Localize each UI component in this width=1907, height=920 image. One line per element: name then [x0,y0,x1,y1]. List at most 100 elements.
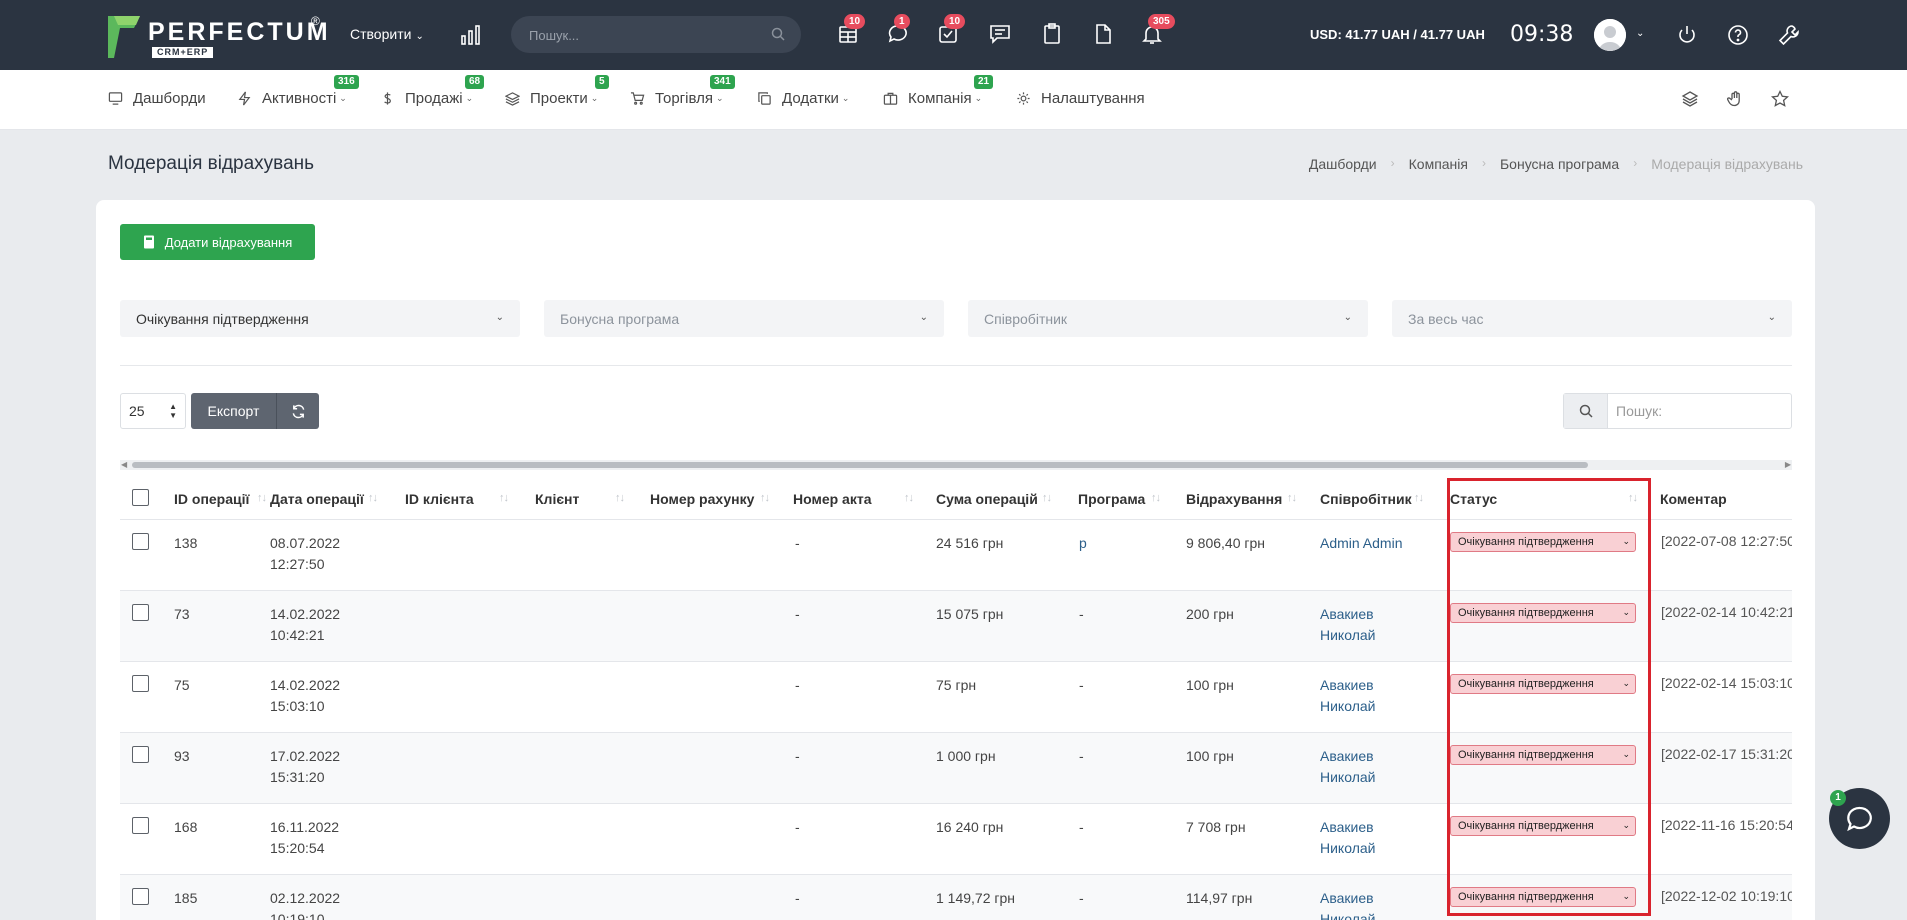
global-search-input[interactable] [529,25,759,45]
column-header[interactable]: Клієнт [535,491,579,507]
column-header[interactable]: Відрахування [1186,491,1282,507]
period-filter[interactable]: За весь час ⌄ [1392,300,1792,337]
page-title: Модерація відрахувань [108,153,315,174]
nav-item-addons[interactable]: Додатки ⌄ [757,90,849,107]
status-select[interactable]: Очікування підтвердження ⌄ [1450,887,1636,907]
bar-chart-icon[interactable] [460,24,482,46]
table-search-input[interactable] [1616,402,1776,420]
comment: [2022-12-02 10:19:10] [1661,888,1792,904]
breadcrumb-item[interactable]: Компанія [1409,156,1468,172]
employee-filter[interactable]: Співробітник ⌄ [968,300,1368,337]
column-header[interactable]: Коментар [1660,491,1727,507]
column-header[interactable]: Номер рахунку [650,491,754,507]
star-icon[interactable] [1770,89,1790,109]
page-size-select[interactable]: 25 ▲ ▼ [120,393,186,429]
status-select[interactable]: Очікування підтвердження ⌄ [1450,816,1636,836]
clipboard-icon[interactable] [1040,22,1066,48]
breadcrumb-item[interactable]: Бонусна програма [1500,156,1619,172]
operation-date-time: 10:19:10 [270,911,325,920]
employee-link[interactable]: Admin Admin [1320,533,1402,554]
status-filter[interactable]: Очікування підтвердження ⌄ [120,300,520,337]
nav-item-activities[interactable]: Активності ⌄ 316 [237,75,359,107]
sort-icon[interactable]: ↑↓ [257,492,267,504]
program-link[interactable]: р [1079,533,1087,554]
comment: [2022-02-17 15:31:20] [1661,746,1792,762]
refresh-button[interactable] [276,393,319,429]
hand-icon[interactable] [1725,89,1745,109]
sort-icon[interactable]: ↑↓ [760,492,770,504]
employee-link[interactable]: Авакиев Николай [1320,746,1375,788]
column-header[interactable]: Співробітник [1320,491,1412,507]
select-all-checkbox[interactable] [132,489,149,506]
sort-icon[interactable]: ↑↓ [615,492,625,504]
row-checkbox[interactable] [132,888,149,905]
employee-link[interactable]: Авакиев Николай [1320,888,1375,920]
nav-item-projects[interactable]: Проекти ⌄ 5 [505,75,609,107]
table-search[interactable] [1563,393,1792,429]
nav-label: Додатки [782,90,839,107]
sort-icon[interactable]: ↑↓ [1042,492,1052,504]
horizontal-scrollbar[interactable]: ◀ ▶ [120,460,1792,470]
dollar-icon [384,92,391,105]
row-checkbox[interactable] [132,817,149,834]
column-header[interactable]: Сума операцій [936,491,1038,507]
nav-item-company[interactable]: Компанія ⌄ 21 [883,75,994,107]
status-select[interactable]: Очікування підтвердження ⌄ [1450,674,1636,694]
operation-date: 08.07.2022 12:27:50 [270,533,340,575]
nav-item-dashboards[interactable]: Дашборди [108,90,206,107]
power-icon[interactable] [1675,23,1699,47]
employee-link[interactable]: Авакиев Николай [1320,817,1375,859]
column-header[interactable]: Програма [1078,491,1145,507]
row-checkbox[interactable] [132,746,149,763]
scrollbar-thumb[interactable] [132,462,1588,468]
avatar[interactable] [1594,19,1626,51]
chevron-down-icon[interactable]: ⌄ [1636,28,1644,39]
document-icon[interactable] [1091,22,1117,48]
nav-label: Активності [262,90,337,107]
message-icon[interactable] [988,22,1014,48]
status-select[interactable]: Очікування підтвердження ⌄ [1450,532,1636,552]
search-icon[interactable] [771,27,785,41]
help-icon[interactable] [1726,23,1750,47]
logo[interactable]: PERFECTUM ® CRM+ERP [108,14,328,60]
scroll-right-icon[interactable]: ▶ [1785,460,1791,469]
operation-date: 14.02.2022 10:42:21 [270,604,340,646]
wrench-icon[interactable] [1777,23,1801,47]
breadcrumb-item[interactable]: Дашборди [1309,156,1377,172]
nav-label: Продажі [405,90,463,107]
bell-icon[interactable]: 305 [1140,14,1175,48]
employee-link[interactable]: Авакиев Николай [1320,675,1375,717]
chat-bubble-icon[interactable]: 1 [886,14,912,48]
column-header[interactable]: ID клієнта [405,491,474,507]
sort-icon[interactable]: ↑↓ [904,492,914,504]
global-search[interactable] [511,16,801,53]
status-select[interactable]: Очікування підтвердження ⌄ [1450,745,1636,765]
sort-icon[interactable]: ↑↓ [499,492,509,504]
gear-icon [1017,92,1030,105]
nav-item-trade[interactable]: Торгівля ⌄ 341 [630,75,735,107]
table-icon[interactable]: 10 [836,14,866,48]
row-checkbox[interactable] [132,604,149,621]
sort-icon[interactable]: ↑↓ [368,492,378,504]
column-header[interactable]: Дата операції [270,491,364,507]
task-check-icon[interactable]: 10 [936,14,966,48]
add-deduction-button[interactable]: Додати відрахування [120,224,315,260]
row-checkbox[interactable] [132,675,149,692]
row-checkbox[interactable] [132,533,149,550]
sort-icon[interactable]: ↑↓ [1287,492,1297,504]
export-button[interactable]: Експорт [191,393,276,429]
layers-icon[interactable] [1680,89,1700,109]
column-header[interactable]: ID операції [174,491,249,507]
column-header[interactable]: Номер акта [793,491,872,507]
scroll-left-icon[interactable]: ◀ [121,460,127,469]
status-select[interactable]: Очікування підтвердження ⌄ [1450,603,1636,623]
sort-icon[interactable]: ↑↓ [1414,492,1424,504]
sort-icon[interactable]: ↑↓ [1628,492,1638,504]
nav-item-sales[interactable]: Продажі ⌄ 68 [380,75,485,107]
column-header[interactable]: Статус [1450,491,1497,507]
nav-item-settings[interactable]: Налаштування [1016,90,1145,107]
bonus-program-filter[interactable]: Бонусна програма ⌄ [544,300,944,337]
employee-link[interactable]: Авакиев Николай [1320,604,1375,646]
create-menu-button[interactable]: Створити ⌄ [350,26,424,42]
sort-icon[interactable]: ↑↓ [1151,492,1161,504]
